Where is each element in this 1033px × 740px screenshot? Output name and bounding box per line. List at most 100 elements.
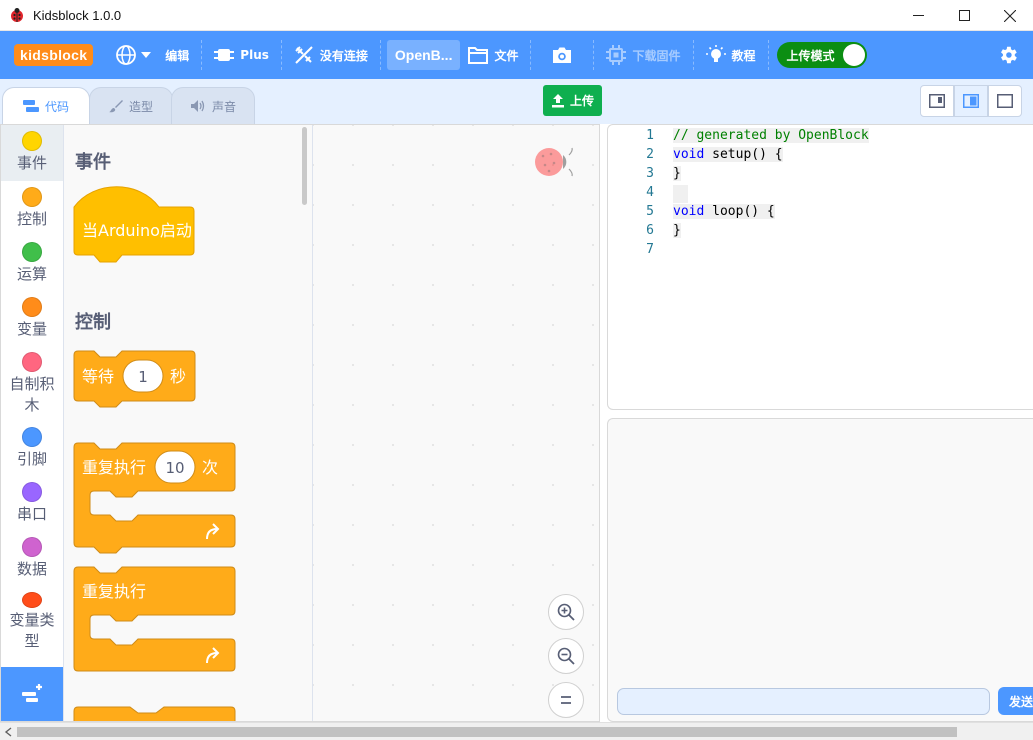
category-color-dot: [22, 427, 42, 447]
zoom-out-button[interactable]: [548, 638, 584, 674]
generated-code-editor[interactable]: 1 // generated by OpenBlock 2 void setup() …: [607, 124, 1033, 410]
category-item[interactable]: 变量类型: [1, 586, 63, 652]
forever-block[interactable]: 重复执行: [73, 566, 236, 672]
ladybug-sprite-icon: [535, 147, 573, 177]
code-text: // generated by OpenBlock: [673, 128, 869, 143]
category-item[interactable]: 串口: [1, 476, 63, 531]
connection-menu[interactable]: 没有连接: [282, 31, 380, 79]
category-color-dot: [22, 592, 42, 608]
if-block-partial[interactable]: [73, 706, 236, 721]
horizontal-scrollbar-thumb[interactable]: [17, 727, 957, 737]
repeat-label: 重复执行: [82, 458, 146, 477]
speaker-icon: [190, 100, 205, 112]
category-item[interactable]: 事件: [1, 125, 63, 181]
maximize-button[interactable]: [941, 0, 987, 31]
category-item[interactable]: 引脚: [1, 421, 63, 476]
gear-icon: [1001, 46, 1017, 64]
serial-send-button[interactable]: 发送: [998, 687, 1033, 715]
code-token: }: [673, 223, 681, 238]
serial-send-label: 发送: [1009, 694, 1033, 709]
category-item[interactable]: 数据: [1, 531, 63, 586]
layout-switcher: [920, 85, 1022, 117]
plus-menu[interactable]: Plus: [202, 31, 281, 79]
upload-mode-toggle[interactable]: 上传模式: [776, 42, 867, 68]
settings-button[interactable]: [983, 31, 1033, 79]
horizontal-scrollbar[interactable]: [0, 722, 1033, 740]
camera-icon: [553, 47, 572, 63]
layout-large-stage-button[interactable]: [954, 85, 988, 117]
zoom-in-button[interactable]: [548, 594, 584, 630]
category-label: 运算: [16, 265, 47, 283]
zoom-reset-button[interactable]: [548, 682, 584, 718]
layout-full-editor-button[interactable]: [988, 85, 1022, 117]
menu-separator: [767, 40, 769, 70]
screenshot-button[interactable]: [531, 31, 593, 79]
ladybug-app-icon: [11, 8, 23, 22]
tab-code[interactable]: 代码: [2, 87, 90, 124]
globe-icon: [116, 45, 137, 65]
upload-mode-label: 上传模式: [786, 48, 835, 63]
menu-bar: kidsblock 编辑 Plus 没有连接 OpenB... 文件 下载固件 …: [0, 31, 1033, 79]
layout-small-stage-button[interactable]: [920, 85, 954, 117]
brush-icon: [108, 100, 123, 113]
language-menu[interactable]: [103, 31, 163, 79]
serial-monitor: 发送: [607, 418, 1033, 722]
kidsblock-logo[interactable]: kidsblock: [14, 44, 94, 66]
forever-label: 重复执行: [82, 582, 146, 601]
category-label: 控制: [16, 210, 47, 228]
edit-menu[interactable]: 编辑: [163, 31, 201, 79]
repeat-times-block[interactable]: 重复执行 10 次: [73, 442, 236, 554]
close-button[interactable]: [987, 0, 1033, 31]
layout-full-editor-icon: [997, 94, 1013, 108]
upload-icon: [551, 93, 564, 107]
lightbulb-icon: [705, 45, 726, 62]
category-item[interactable]: 变量: [1, 291, 63, 346]
wait-block[interactable]: 等待 1 秒: [73, 350, 196, 408]
add-extension-icon: [22, 684, 42, 702]
code-token: // generated by OpenBlock: [673, 128, 869, 143]
script-canvas[interactable]: [313, 125, 599, 721]
category-color-dot: [22, 537, 42, 557]
editor-tabs-row: 代码 造型 声音 上传: [0, 79, 1033, 124]
file-menu-label: 文件: [494, 48, 519, 63]
category-color-dot: [22, 297, 42, 317]
add-extension-button[interactable]: [1, 667, 63, 721]
category-item[interactable]: 控制: [1, 181, 63, 236]
disconnected-plug-icon: [295, 46, 313, 64]
when-arduino-start-block[interactable]: 当Arduino启动: [73, 186, 195, 263]
line-number: 6: [646, 223, 654, 238]
when-arduino-start-label: 当Arduino启动: [82, 221, 192, 240]
folder-icon: [468, 47, 489, 64]
close-icon: [1004, 9, 1016, 22]
code-blocks-icon: [22, 100, 39, 112]
download-firmware-label: 下载固件: [632, 48, 681, 63]
code-line: 7: [608, 242, 1033, 261]
tab-sound[interactable]: 声音: [171, 87, 255, 124]
chip-icon: [214, 49, 235, 61]
download-firmware-button[interactable]: 下载固件: [594, 31, 692, 79]
chevron-down-icon: [141, 52, 152, 58]
zoom-out-icon: [557, 647, 575, 665]
toggle-knob: [842, 44, 865, 66]
tutorial-button[interactable]: 教程: [694, 31, 768, 79]
category-item[interactable]: 自制积木: [1, 346, 63, 421]
tab-code-label: 代码: [44, 99, 69, 114]
tab-costume[interactable]: 造型: [89, 87, 173, 124]
scroll-left-arrow-icon[interactable]: [4, 727, 14, 737]
code-token: void: [673, 147, 705, 162]
serial-send-input[interactable]: [617, 688, 990, 715]
line-number: 3: [646, 166, 654, 181]
code-token: void: [673, 204, 705, 219]
file-menu[interactable]: 文件: [466, 31, 530, 79]
category-item[interactable]: 运算: [1, 236, 63, 291]
upload-button[interactable]: 上传: [543, 85, 602, 116]
block-workspace: 事件 控制 运算 变量 自制积木 引脚 串口 数据 变量类型 事件 控制 当Arduino启动 …: [0, 124, 600, 722]
minimize-button[interactable]: [895, 0, 941, 31]
plus-menu-label: Plus: [240, 48, 269, 62]
board-selector[interactable]: OpenB...: [386, 40, 461, 70]
board-selector-label: OpenB...: [394, 47, 453, 63]
edit-menu-label: 编辑: [165, 48, 190, 63]
palette-blocks-canvas: 当Arduino启动 等待 1 秒 重复执行 10 次 重复执行: [73, 186, 236, 721]
code-text: }: [673, 223, 681, 238]
maximize-icon: [958, 10, 970, 21]
